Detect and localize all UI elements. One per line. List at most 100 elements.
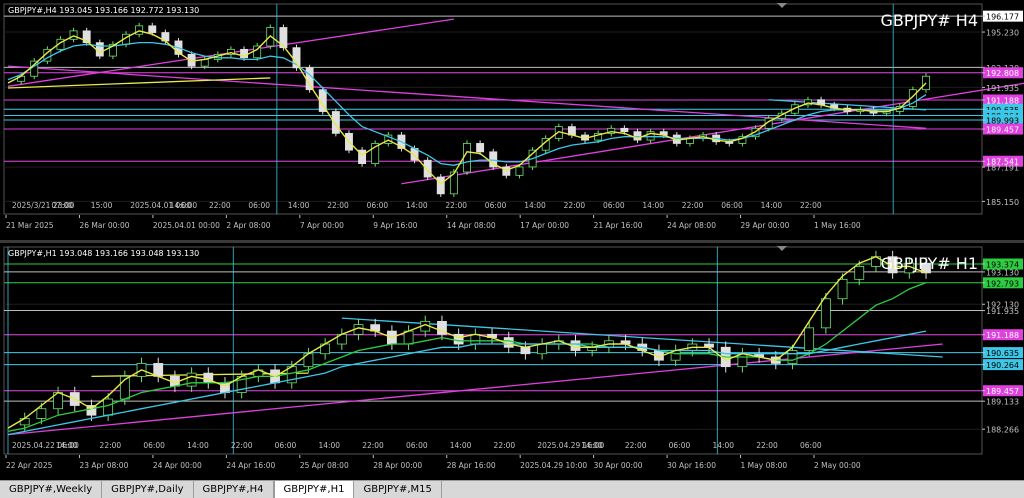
candle-body: [520, 346, 531, 355]
price-label: 195.230: [986, 29, 1019, 38]
candle-body: [305, 67, 314, 91]
time-label: 25 Apr 08:00: [300, 461, 349, 470]
chart-symbol-label: GBPJPY# H4: [880, 11, 978, 30]
time-label-upper: 14:00: [761, 201, 783, 210]
candle-body: [148, 25, 157, 33]
time-label: 28 Apr 00:00: [373, 461, 422, 470]
candle-body: [186, 372, 197, 387]
chart-header: GBPJPY#,H4 193.045 193.166 192.772 193.1…: [8, 6, 199, 15]
trend-line[interactable]: [7, 343, 943, 436]
time-label-upper: 15:00: [91, 201, 113, 210]
chart-pane-h4[interactable]: 196.177195.230193.130192.808191.935191.1…: [0, 0, 1024, 240]
price-label: 187.191: [986, 164, 1019, 173]
time-label: 2025.04.01 00:00: [153, 221, 220, 230]
time-label-upper: 14:00: [170, 201, 192, 210]
candle-body: [463, 143, 471, 173]
time-label: 30 Apr 16:00: [667, 461, 716, 470]
tab-weekly[interactable]: GBPJPY#,Weekly: [0, 481, 103, 498]
tab-daily[interactable]: GBPJPY#,Daily: [102, 481, 194, 498]
candle-body: [436, 176, 445, 195]
trend-line[interactable]: [7, 65, 927, 129]
candle-body: [470, 333, 481, 345]
price-label: 189.457: [986, 387, 1019, 396]
time-label-upper: 06:00: [248, 201, 270, 210]
chart-canvas-h1[interactable]: 193.374193.130192.793192.130191.935191.1…: [0, 243, 1024, 480]
candle-body: [423, 159, 432, 178]
candle-body: [135, 25, 144, 35]
candle-body: [537, 343, 548, 355]
candle-body: [787, 350, 798, 364]
time-label-upper: 06:00: [367, 201, 389, 210]
time-label-upper: 22:00: [362, 441, 384, 450]
price-label: 196.177: [986, 13, 1019, 22]
candle-body: [837, 278, 848, 300]
time-label: 1 May 08:00: [741, 461, 788, 470]
candle-body: [620, 127, 629, 133]
chart-symbol-label: GBPJPY# H1: [880, 254, 978, 273]
time-label: 29 Apr 00:00: [741, 221, 790, 230]
chart-header: GBPJPY#,H1 193.048 193.166 193.048 193.1…: [8, 249, 199, 258]
time-label: 21 Apr 16:00: [594, 221, 643, 230]
time-label-upper: 07:00: [51, 201, 73, 210]
chart-pane-h1[interactable]: 193.374 193.130 192.793 192.130 191.935 191.1…: [0, 243, 1024, 480]
candle-body: [200, 59, 209, 67]
time-label: 24 Apr 00:00: [153, 461, 202, 470]
price-label: 191.935: [986, 307, 1019, 316]
time-label-upper: 06:00: [603, 201, 625, 210]
time-label-upper: 22:00: [625, 441, 647, 450]
shift-marker-icon[interactable]: [777, 246, 787, 251]
price-label: 185.150: [986, 198, 1019, 207]
candle-body: [804, 327, 815, 351]
candle-body: [922, 75, 930, 91]
time-label: 2025.04.29 10:00: [520, 461, 587, 470]
time-label-upper: 06:00: [485, 201, 507, 210]
time-label-upper: 22:00: [100, 441, 122, 450]
candle-body: [820, 298, 831, 329]
shift-marker-icon[interactable]: [777, 3, 787, 8]
tab-h4[interactable]: GBPJPY#,H4: [194, 481, 274, 498]
time-label: 30 Apr 00:00: [594, 461, 643, 470]
price-label: 188.266: [986, 426, 1019, 435]
time-label-upper: 14:00: [712, 441, 734, 450]
candle-body: [30, 60, 39, 77]
time-label-upper: 06:00: [143, 441, 165, 450]
candle-body: [19, 418, 30, 426]
time-label-upper: 22:00: [494, 441, 516, 450]
price-label: 189.133: [986, 398, 1019, 407]
time-label: 2 Apr 08:00: [226, 221, 270, 230]
time-label-upper: 22:00: [327, 201, 349, 210]
time-label: 2 May 00:00: [814, 461, 861, 470]
chart-canvas-h4[interactable]: 196.177195.230193.130192.808191.935191.1…: [0, 0, 1024, 240]
price-label: 189.457: [986, 126, 1019, 135]
candle-body: [476, 143, 485, 153]
tab-m15[interactable]: GBPJPY#,M15: [354, 481, 442, 498]
candle-body: [502, 166, 511, 176]
time-label-upper: 22:00: [756, 441, 778, 450]
candle-body: [69, 30, 78, 40]
price-label: 193.130: [986, 268, 1019, 277]
price-label: 192.808: [986, 69, 1019, 78]
price-label: 190.635: [986, 349, 1019, 358]
time-label-upper: 14:00: [581, 441, 603, 450]
candle-body: [103, 398, 114, 416]
time-label-upper: 06:00: [669, 441, 691, 450]
trend-line[interactable]: [7, 77, 271, 89]
time-label-upper: 22:00: [682, 201, 704, 210]
time-label: 24 Apr 16:00: [226, 461, 275, 470]
time-label-upper: 22:00: [231, 441, 253, 450]
time-label-upper: 14:00: [406, 201, 428, 210]
time-label: 21 Mar 2025: [6, 221, 54, 230]
candle-body: [95, 42, 104, 57]
time-label-upper: 14:00: [318, 441, 340, 450]
candle-body: [515, 166, 524, 176]
time-label-upper: 06:00: [800, 441, 822, 450]
time-label-upper: 14:00: [642, 201, 664, 210]
time-label-upper: 06:00: [721, 201, 743, 210]
time-label-upper: 14:00: [56, 441, 78, 450]
price-label: 192.793: [986, 279, 1019, 288]
time-label: 22 Apr 2025: [6, 461, 53, 470]
time-label: 1 May 16:00: [814, 221, 861, 230]
time-label: 9 Apr 16:00: [373, 221, 417, 230]
tab-h1[interactable]: GBPJPY#,H1: [273, 480, 355, 498]
candle-body: [36, 408, 47, 419]
